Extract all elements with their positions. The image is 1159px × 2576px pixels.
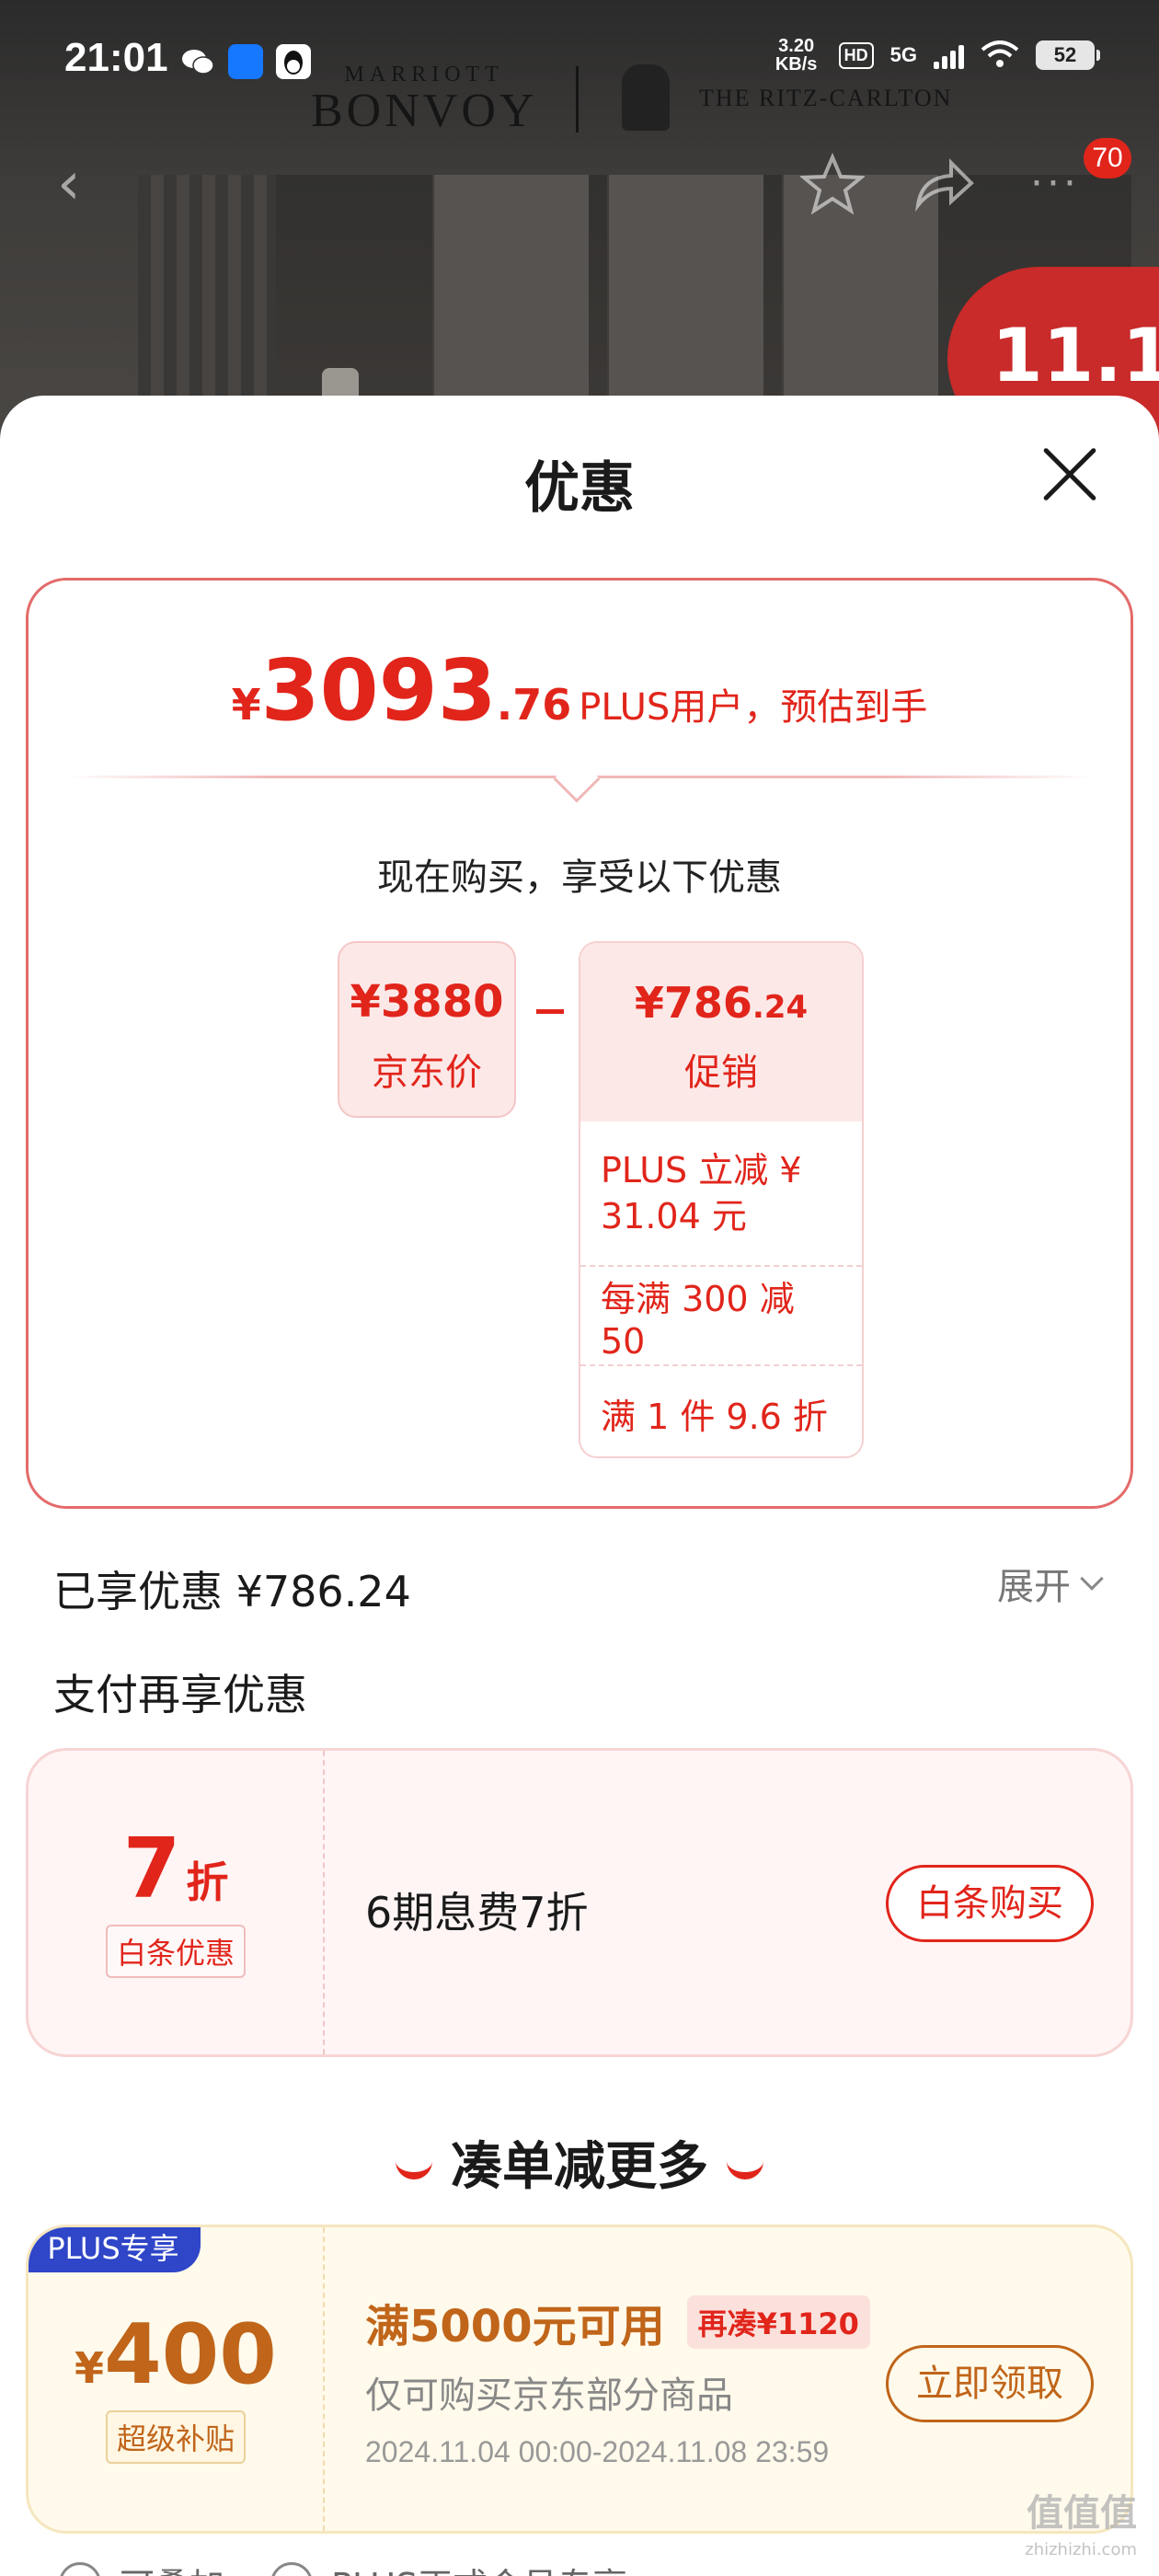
plus-exclusive-badge: PLUS专享: [29, 2227, 201, 2272]
baitiao-tag: 白条优惠: [105, 1925, 246, 1978]
coupon-currency: ¥: [75, 2343, 105, 2393]
coupon-extra-needed: 再凑¥1120: [686, 2295, 870, 2349]
combine-more-title: 凑单减更多: [0, 2125, 1159, 2200]
divider-notch: [553, 755, 601, 803]
baitiao-card: 7折 白条优惠 6期息费7折 白条购买: [26, 1748, 1133, 2057]
coupon-validity: 2024.11.04 00:00-2024.11.08 23:59: [365, 2435, 830, 2468]
price-breakdown-card: ¥3093.76 PLUS用户，预估到手 现在购买，享受以下优惠 ¥3880 京东…: [26, 578, 1133, 1509]
status-time: 21:01: [64, 35, 168, 80]
baitiao-discount-number: 7: [122, 1821, 181, 1917]
watermark-url: zhizhizhi.com: [1025, 2540, 1137, 2559]
combine-more-text: 凑单减更多: [451, 2137, 708, 2197]
baitiao-discount-value: 7折: [29, 1821, 323, 1917]
status-right-group: 3.20 KB/s HD 5G 52: [771, 36, 1100, 75]
baitiao-buy-button[interactable]: 白条购买: [886, 1865, 1094, 1942]
baitiao-description: 6期息费7折: [365, 1888, 589, 1938]
promotion-amount: ¥786.24: [580, 943, 862, 1028]
promo-badge-text: 11.11: [992, 313, 1159, 398]
share-icon[interactable]: [911, 152, 975, 216]
coupon-amount: ¥400: [29, 2306, 323, 2403]
promotion-item-discount: 满 1 件 9.6 折: [580, 1364, 862, 1456]
plus-member-icon: [270, 2561, 314, 2576]
promotion-box: ¥786.24 促销 PLUS 立减 ¥ 31.04 元 每满 300 减 50…: [579, 941, 864, 1458]
minus-sign: [536, 1009, 564, 1014]
network-type: 5G: [889, 43, 917, 66]
hd-icon: HD: [838, 41, 874, 69]
watermark-text: 值值值: [1027, 2492, 1137, 2535]
more-icon[interactable]: ···: [1030, 164, 1080, 204]
signal-icon: [934, 41, 964, 69]
wechat-icon: [180, 44, 215, 79]
promotion-amount-dec: .24: [752, 989, 809, 1026]
coupon-condition-text: 满5000元可用: [365, 2301, 665, 2352]
smile-deco-icon: [727, 2161, 763, 2179]
bottom-info-row: 可叠加 PLUS正式会员专享: [59, 2558, 627, 2576]
favorite-star-icon[interactable]: [800, 152, 865, 216]
price-note: PLUS用户，预估到手: [579, 686, 928, 729]
jd-price-box: ¥3880 京东价: [338, 941, 516, 1118]
jd-price-label: 京东价: [372, 1052, 482, 1094]
coupon-condition: 满5000元可用 再凑¥1120: [365, 2290, 870, 2354]
claim-coupon-button[interactable]: 立即领取: [886, 2345, 1094, 2422]
qq-icon: [276, 44, 311, 79]
expand-label: 展开: [997, 1566, 1071, 1608]
coupon-amount-panel: ¥400 超级补贴: [29, 2227, 325, 2531]
app-notification-icon: [228, 44, 263, 79]
message-count-badge: 70: [1084, 138, 1131, 178]
enjoyed-discount-total: 已享优惠 ¥786.24: [53, 1567, 411, 1616]
plus-member-text: PLUS正式会员专享: [331, 2558, 627, 2576]
wifi-icon: [981, 40, 1019, 67]
smile-deco-icon: [396, 2161, 432, 2179]
status-bar: 21:01 3.20 KB/s HD 5G 52: [0, 0, 1159, 120]
price-decimal: .76: [496, 680, 572, 730]
promotion-item-full-reduction: 每满 300 减 50: [580, 1265, 862, 1364]
watermark: 值值值 zhizhizhi.com: [1025, 2495, 1137, 2569]
buy-now-label: 现在购买，享受以下优惠: [377, 857, 782, 899]
payment-discount-title: 支付再享优惠: [53, 1670, 307, 1719]
baitiao-discount-panel: 7折 白条优惠: [29, 1751, 325, 2054]
stackable-icon: [59, 2561, 101, 2576]
coupon-scope: 仅可购买京东部分商品: [365, 2375, 733, 2417]
promotion-amount-int: ¥786: [634, 978, 752, 1028]
stackable-text: 可叠加: [120, 2558, 224, 2576]
price-integer: 3093: [260, 641, 497, 740]
coupon-tag: 超级补贴: [105, 2410, 246, 2464]
expand-button[interactable]: 展开: [997, 1557, 1104, 1610]
discount-sheet: 优惠 ¥3093.76 PLUS用户，预估到手 现在购买，享受以下优惠 ¥3880…: [0, 396, 1159, 2576]
coupon-card: ¥400 超级补贴 PLUS专享 满5000元可用 再凑¥1120 仅可购买京东…: [26, 2225, 1133, 2534]
baitiao-discount-unit: 折: [186, 1857, 229, 1907]
close-icon[interactable]: [1039, 443, 1100, 504]
estimated-price: ¥3093.76 PLUS用户，预估到手: [29, 641, 1130, 740]
back-arrow-icon[interactable]: ‹: [57, 155, 94, 213]
promotion-item-plus: PLUS 立减 ¥ 31.04 元: [601, 1150, 802, 1236]
promotion-header: ¥786.24 促销: [580, 943, 862, 1121]
chevron-down-icon: [1080, 1567, 1104, 1591]
jd-price-amount: ¥3880: [350, 976, 504, 1028]
network-speed: 3.20 KB/s: [775, 36, 818, 75]
price-currency: ¥: [231, 680, 261, 730]
coupon-amount-number: 400: [104, 2306, 277, 2403]
battery-indicator: 52: [1036, 40, 1100, 70]
promotion-label: 促销: [684, 1052, 758, 1094]
sheet-title: 优惠: [524, 456, 635, 521]
